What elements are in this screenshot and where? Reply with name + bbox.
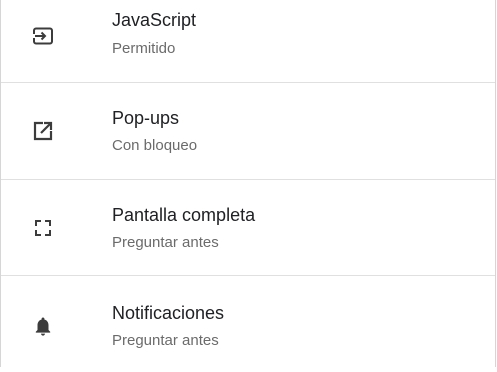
setting-status: Preguntar antes [112, 332, 219, 349]
fullscreen-icon [31, 216, 55, 240]
setting-row-javascript[interactable]: JavaScript Permitido [1, 0, 495, 82]
setting-row-popups[interactable]: Pop-ups Con bloqueo [1, 83, 495, 179]
setting-title: Pop-ups [112, 108, 180, 128]
bell-icon [31, 314, 55, 338]
setting-status: Preguntar antes [112, 234, 219, 251]
setting-title: JavaScript [112, 10, 197, 30]
setting-status: Permitido [112, 40, 176, 57]
setting-title: Notificaciones [112, 303, 225, 323]
setting-row-notifications[interactable]: Notificaciones Preguntar antes [1, 276, 495, 372]
site-settings-list: JavaScript Permitido Pop-ups Con bloqueo… [0, 0, 496, 367]
javascript-icon [31, 24, 55, 48]
setting-row-fullscreen[interactable]: Pantalla completa Preguntar antes [1, 180, 495, 276]
popup-icon [31, 119, 55, 143]
setting-title: Pantalla completa [112, 205, 256, 225]
setting-status: Con bloqueo [112, 137, 198, 154]
